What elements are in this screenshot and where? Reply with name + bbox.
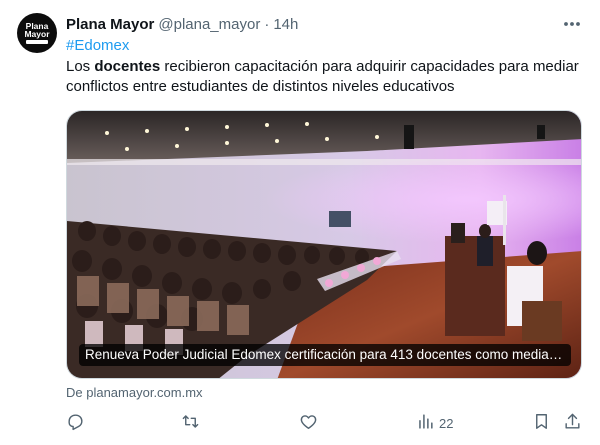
- bookmark-icon: [532, 412, 551, 434]
- like-button[interactable]: [299, 410, 318, 436]
- reply-button[interactable]: [66, 410, 85, 436]
- hashtag-link[interactable]: #Edomex: [66, 37, 129, 54]
- action-bar: 22: [66, 410, 586, 436]
- heart-icon: [299, 412, 318, 434]
- views-count: 22: [439, 415, 454, 431]
- tweet[interactable]: Plana Mayor Plana Mayor @plana_mayor · 1…: [0, 0, 600, 445]
- reply-icon: [66, 412, 85, 434]
- tweet-header: Plana Mayor @plana_mayor · 14h: [66, 14, 298, 34]
- separator-dot: ·: [264, 15, 270, 33]
- author-handle[interactable]: @plana_mayor: [158, 16, 260, 33]
- author-name[interactable]: Plana Mayor: [66, 16, 154, 33]
- views-icon: [416, 412, 435, 434]
- more-options-icon[interactable]: [562, 16, 582, 32]
- link-card[interactable]: Renueva Poder Judicial Edomex certificac…: [66, 110, 582, 379]
- share-button[interactable]: [563, 410, 582, 436]
- tweet-text-bold: docentes: [94, 58, 161, 75]
- bookmark-button[interactable]: [532, 410, 551, 436]
- retweet-icon: [181, 412, 200, 434]
- card-source-link[interactable]: De planamayor.com.mx: [66, 385, 203, 400]
- tweet-text: Los docentes recibieron capacitación par…: [66, 57, 586, 97]
- avatar[interactable]: Plana Mayor: [17, 13, 57, 53]
- tweet-text-start: Los: [66, 58, 95, 75]
- retweet-button[interactable]: [181, 410, 200, 436]
- card-caption: Renueva Poder Judicial Edomex certificac…: [79, 344, 571, 366]
- timestamp[interactable]: 14h: [273, 16, 298, 33]
- avatar-text-line2: Mayor: [24, 29, 50, 39]
- card-image: [67, 111, 581, 378]
- share-icon: [563, 412, 582, 434]
- views-button[interactable]: 22: [416, 410, 453, 436]
- avatar-logo-bar: [26, 40, 48, 44]
